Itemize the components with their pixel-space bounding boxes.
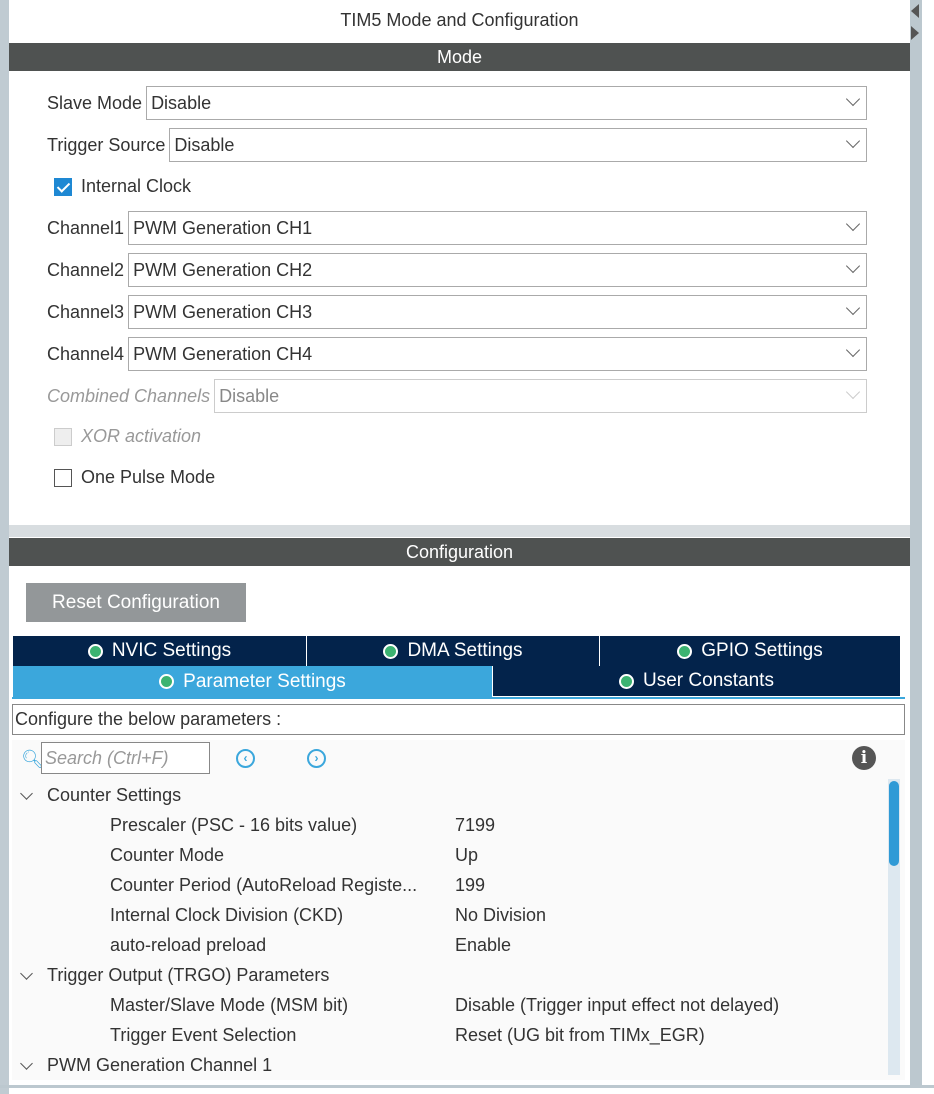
left-border (0, 0, 9, 1094)
reset-configuration-button[interactable]: Reset Configuration (26, 583, 246, 622)
trigger-source-select[interactable]: Disable (169, 128, 867, 162)
group-label: PWM Generation Channel 1 (47, 1055, 273, 1075)
tab-parameter-settings[interactable]: Parameter Settings (13, 666, 493, 697)
tab-underline (12, 697, 905, 699)
slave-mode-value: Disable (151, 92, 212, 113)
tab-label: Parameter Settings (183, 670, 346, 692)
channel4-value: PWM Generation CH4 (133, 343, 313, 364)
param-value[interactable]: Disable (Trigger input effect not delaye… (455, 995, 779, 1016)
param-value[interactable]: Reset (UG bit from TIMx_EGR) (455, 1025, 705, 1046)
channel3-value: PWM Generation CH3 (133, 301, 313, 322)
param-value[interactable]: 7199 (455, 815, 495, 836)
parameters-description: Configure the below parameters : (12, 704, 905, 735)
trigger-source-value: Disable (174, 134, 235, 155)
tab-gpio-settings[interactable]: GPIO Settings (600, 636, 900, 666)
checkbox-unchecked-icon[interactable] (54, 468, 72, 487)
search-input[interactable]: Search (Ctrl+F) (41, 742, 210, 774)
check-circle-icon (87, 643, 103, 659)
section-divider (9, 525, 910, 537)
search-next-icon[interactable]: › (307, 749, 326, 768)
slave-mode-row: Slave Mode Disable (47, 86, 867, 120)
param-value[interactable]: Enable (455, 935, 511, 956)
one-pulse-mode-label: One Pulse Mode (81, 467, 216, 487)
channel3-select[interactable]: PWM Generation CH3 (128, 295, 867, 329)
channel2-row: Channel2 PWM Generation CH2 (47, 253, 867, 287)
slave-mode-select[interactable]: Disable (146, 86, 867, 120)
slave-mode-label: Slave Mode (47, 92, 143, 113)
channel1-label: Channel1 (47, 217, 125, 238)
tab-label: NVIC Settings (111, 640, 232, 661)
checkbox-checked-icon[interactable] (54, 177, 72, 196)
scrollbar-thumb[interactable] (889, 781, 899, 866)
chevron-down-icon (20, 966, 33, 980)
combined-channels-value: Disable (219, 385, 280, 406)
checkbox-disabled-icon (54, 427, 72, 446)
combined-channels-label: Combined Channels (47, 385, 211, 406)
param-name: Counter Mode (110, 845, 225, 865)
one-pulse-mode-checkbox[interactable]: One Pulse Mode (54, 467, 215, 488)
tab-label: GPIO Settings (701, 640, 823, 661)
check-circle-icon (383, 643, 399, 659)
tab-label: User Constants (643, 670, 774, 691)
channel4-select[interactable]: PWM Generation CH4 (128, 337, 867, 371)
channel1-row: Channel1 PWM Generation CH1 (47, 211, 867, 245)
tab-user-constants[interactable]: User Constants (493, 666, 900, 696)
check-circle-icon (677, 643, 693, 659)
chevron-down-icon (845, 384, 861, 400)
group-trigger-output[interactable]: Trigger Output (TRGO) Parameters (20, 965, 330, 986)
param-value[interactable]: 199 (455, 875, 485, 896)
info-icon[interactable]: i (852, 746, 876, 770)
check-circle-icon (159, 674, 175, 689)
channel4-label: Channel4 (47, 343, 125, 364)
tab-dma-settings[interactable]: DMA Settings (307, 636, 600, 666)
param-value[interactable]: No Division (455, 905, 546, 926)
channel3-row: Channel3 PWM Generation CH3 (47, 295, 867, 329)
chevron-down-icon (845, 91, 861, 107)
mode-header: Mode (9, 43, 910, 71)
chevron-down-icon (845, 342, 861, 358)
tab-nvic-settings[interactable]: NVIC Settings (13, 636, 307, 666)
check-circle-icon (619, 673, 635, 689)
channel3-label: Channel3 (47, 301, 125, 322)
param-name: Prescaler (PSC - 16 bits value) (110, 815, 358, 835)
bottom-border (0, 1085, 934, 1088)
configuration-header: Configuration (9, 538, 910, 566)
param-name: Counter Period (AutoReload Registe... (110, 875, 418, 895)
xor-activation-label: XOR activation (81, 426, 202, 446)
param-value[interactable]: Up (455, 845, 478, 866)
chevron-down-icon (20, 786, 33, 800)
internal-clock-checkbox[interactable]: Internal Clock (54, 176, 191, 197)
group-label: Counter Settings (47, 785, 182, 805)
combined-channels-select: Disable (214, 379, 867, 413)
expand-right-icon[interactable] (911, 26, 919, 40)
param-name: Master/Slave Mode (MSM bit) (110, 995, 349, 1015)
panel-splitter[interactable] (910, 0, 922, 1085)
combined-channels-row: Combined Channels Disable (47, 379, 867, 413)
channel1-select[interactable]: PWM Generation CH1 (128, 211, 867, 245)
channel1-value: PWM Generation CH1 (133, 217, 313, 238)
group-label: Trigger Output (TRGO) Parameters (47, 965, 330, 985)
chevron-down-icon (845, 258, 861, 274)
param-name: Internal Clock Division (CKD) (110, 905, 344, 925)
channel2-label: Channel2 (47, 259, 125, 280)
internal-clock-label: Internal Clock (81, 176, 192, 196)
param-name: auto-reload preload (110, 935, 267, 955)
group-counter-settings[interactable]: Counter Settings (20, 785, 182, 806)
search-previous-icon[interactable]: ‹ (236, 749, 255, 768)
channel2-select[interactable]: PWM Generation CH2 (128, 253, 867, 287)
trigger-source-label: Trigger Source (47, 134, 166, 155)
channel2-value: PWM Generation CH2 (133, 259, 313, 280)
chevron-down-icon (845, 300, 861, 316)
xor-activation-checkbox: XOR activation (54, 426, 201, 447)
group-pwm-channel-1[interactable]: PWM Generation Channel 1 (20, 1055, 273, 1076)
collapse-left-icon[interactable] (911, 4, 919, 18)
chevron-down-icon (845, 216, 861, 232)
chevron-down-icon (20, 1056, 33, 1070)
tab-label: DMA Settings (407, 640, 523, 661)
chevron-down-icon (845, 133, 861, 149)
trigger-source-row: Trigger Source Disable (47, 128, 867, 162)
channel4-row: Channel4 PWM Generation CH4 (47, 337, 867, 371)
page-title: TIM5 Mode and Configuration (340, 10, 579, 30)
param-name: Trigger Event Selection (110, 1025, 297, 1045)
